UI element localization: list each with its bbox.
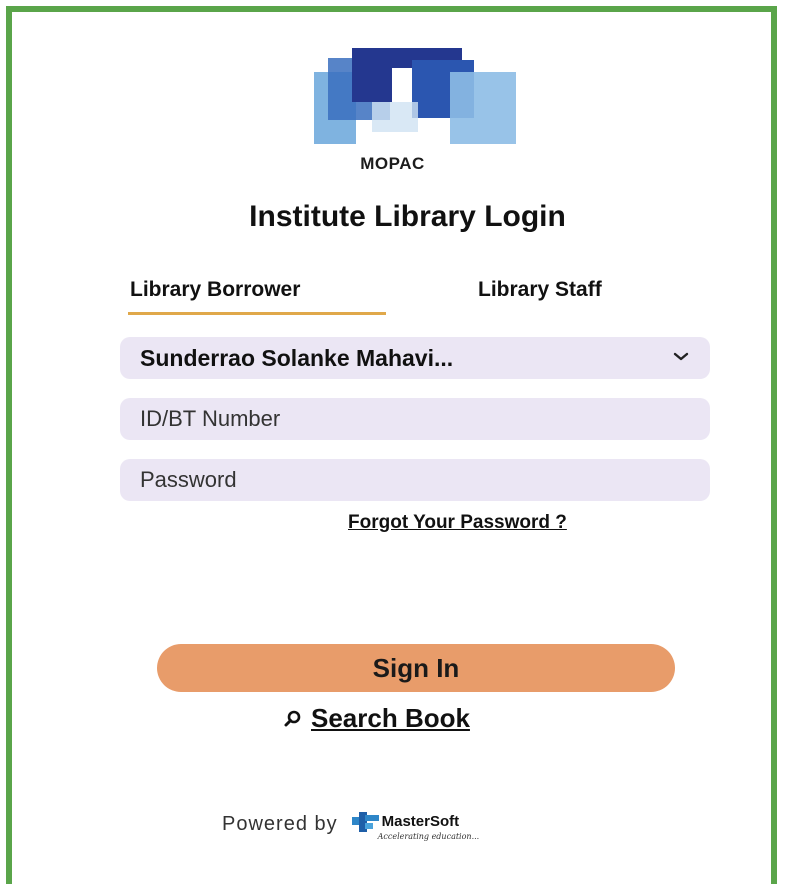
chevron-down-icon [673,352,689,361]
id-number-field[interactable]: ID/BT Number [120,398,710,440]
mastersoft-logo: MasterSoft Accelerating education... [351,812,480,841]
password-placeholder: Password [140,467,237,492]
sign-in-label: Sign In [372,652,460,683]
search-icon [284,710,301,726]
search-book-link[interactable]: Search Book [283,703,470,734]
institute-select-value: Sunderrao Solanke Mahavi... [140,344,454,371]
powered-by-label: Powered by [222,813,338,835]
tab-library-borrower[interactable]: Library Borrower [130,278,300,302]
brand-name: MOPAC [360,154,425,173]
powered-by: Powered by MasterSoft Accelerating educa… [222,806,479,841]
password-field[interactable]: Password [120,459,710,501]
search-book-label: Search Book [311,703,470,733]
active-tab-indicator [128,312,386,315]
page-title: Institute Library Login [249,200,566,233]
mastersoft-tagline: Accelerating education... [377,832,480,841]
tab-library-staff[interactable]: Library Staff [478,278,602,302]
id-number-placeholder: ID/BT Number [140,406,281,431]
mastersoft-logo-icon [351,812,379,832]
forgot-password-link[interactable]: Forgot Your Password ? [348,512,567,534]
mopac-logo-icon [314,48,516,144]
sign-in-button[interactable]: Sign In [157,644,675,692]
institute-select[interactable]: Sunderrao Solanke Mahavi... [120,337,710,379]
mastersoft-name: MasterSoft [381,813,460,830]
